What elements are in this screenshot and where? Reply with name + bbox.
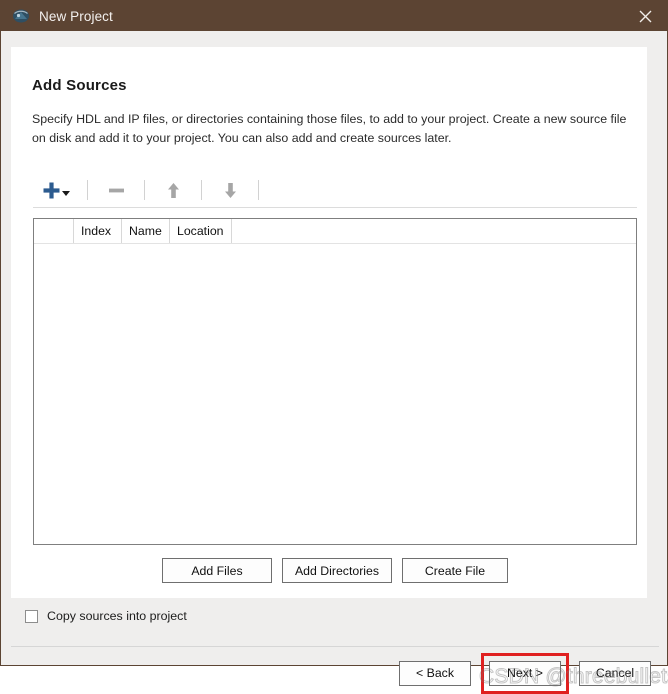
next-button[interactable]: Next > [489,660,561,686]
copy-sources-checkbox[interactable] [25,609,38,623]
add-button[interactable] [33,175,79,205]
dialog-body: Add Sources Specify HDL and IP files, or… [1,31,668,694]
copy-sources-label: Copy sources into project [47,609,187,623]
table-column-header-location[interactable]: Location [170,219,232,243]
toolbar-separator [144,180,145,200]
toolbar-separator [201,180,202,200]
table-column-header-blank[interactable] [34,219,74,243]
footer-divider [11,646,659,647]
sources-toolbar [33,173,637,208]
move-up-button[interactable] [153,175,193,205]
page-title: Add Sources [32,77,127,94]
dialog-footer: < Back Next > Cancel [11,652,659,694]
table-column-header-index[interactable]: Index [74,219,122,243]
vivado-app-icon [12,7,30,25]
copy-sources-checkbox-row[interactable]: Copy sources into project [25,609,187,623]
table-body-empty[interactable] [34,244,636,544]
create-file-button[interactable]: Create File [402,558,508,583]
chevron-down-icon [62,191,70,196]
move-down-button[interactable] [210,175,250,205]
arrow-down-icon [224,182,236,198]
table-column-header-name[interactable]: Name [122,219,170,243]
cancel-button[interactable]: Cancel [579,660,651,686]
close-icon[interactable] [623,1,667,31]
page-description: Specify HDL and IP files, or directories… [32,112,627,145]
next-button-highlight: Next > [481,652,569,694]
table-header-row: Index Name Location [34,219,636,244]
arrow-up-icon [167,182,179,198]
window-title: New Project [39,8,113,24]
content-card: Add Sources Specify HDL and IP files, or… [11,47,647,598]
sources-table[interactable]: Index Name Location [33,218,637,545]
add-files-button[interactable]: Add Files [162,558,272,583]
toolbar-separator [258,180,259,200]
title-bar: New Project [1,1,667,31]
new-project-dialog: New Project Add Sources Specify HDL and … [0,0,668,694]
add-directories-button[interactable]: Add Directories [282,558,392,583]
back-button[interactable]: < Back [399,660,471,686]
toolbar-separator [87,180,88,200]
source-action-buttons: Add Files Add Directories Create File [33,558,637,583]
minus-icon [108,188,124,192]
plus-icon [43,182,60,198]
remove-button[interactable] [96,175,136,205]
